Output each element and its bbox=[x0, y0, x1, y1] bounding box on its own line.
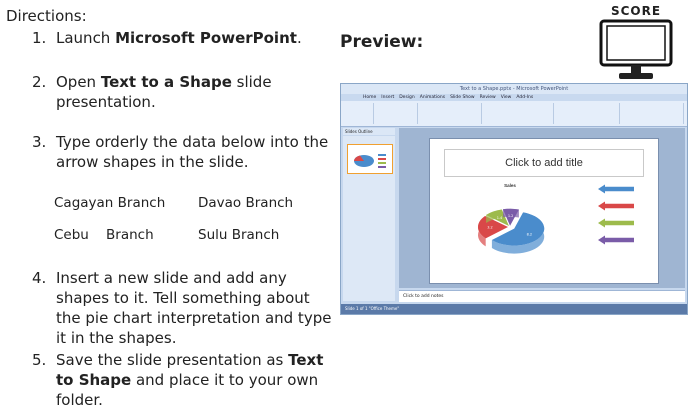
directions-label: Directions: bbox=[6, 7, 87, 25]
branch-name: Sulu Branch bbox=[198, 227, 280, 243]
ribbon-group[interactable] bbox=[419, 103, 482, 124]
branch-name: Cagayan Branch bbox=[54, 195, 166, 211]
step-text: Insert a new slide and add any shapes to… bbox=[56, 269, 332, 347]
branch-name: Davao Branch bbox=[198, 195, 294, 211]
step-text: Open bbox=[56, 73, 101, 91]
step-text: . bbox=[296, 29, 302, 47]
score-label: SCORE bbox=[610, 4, 662, 18]
arrow-shape[interactable] bbox=[598, 235, 634, 245]
arrow-shape[interactable] bbox=[598, 184, 634, 194]
step-1: 1. Launch Microsoft PowerPoint. bbox=[6, 28, 336, 48]
step-number: 4. bbox=[32, 269, 47, 287]
pie-data-label: 1.4 bbox=[497, 216, 503, 220]
step-text: Type orderly the data below into the arr… bbox=[56, 133, 329, 171]
tab-review[interactable]: Review bbox=[480, 94, 496, 101]
step-text: Launch bbox=[56, 29, 116, 47]
tab-design[interactable]: Design bbox=[399, 94, 415, 101]
ribbon-tabs: Home Insert Design Animations Slide Show… bbox=[341, 94, 687, 101]
branch-name: Cebu Branch bbox=[54, 227, 154, 243]
tab-home[interactable]: Home bbox=[363, 94, 376, 101]
ribbon-group[interactable] bbox=[483, 103, 554, 124]
ribbon-group[interactable] bbox=[375, 103, 418, 124]
branch-data: Cagayan Branch Davao Branch Cebu Branch … bbox=[54, 192, 336, 246]
notes-placeholder[interactable]: Click to add notes bbox=[399, 290, 685, 302]
thumbnail-pie-icon bbox=[354, 154, 386, 168]
monitor-icon bbox=[599, 19, 673, 79]
window-title: Text to a Shape.pptx - Microsoft PowerPo… bbox=[341, 84, 687, 94]
ribbon-group[interactable] bbox=[343, 103, 374, 124]
arrow-shapes bbox=[598, 184, 634, 245]
ribbon-group[interactable] bbox=[621, 103, 684, 124]
step-number: 3. bbox=[32, 133, 47, 151]
ribbon-group[interactable] bbox=[555, 103, 620, 124]
pie-slices: 8.2 3.2 1.4 1.2 bbox=[478, 208, 545, 254]
score-box: SCORE bbox=[597, 4, 675, 87]
slide-thumbnail-pane bbox=[343, 136, 395, 301]
tab-insert[interactable]: Insert bbox=[381, 94, 394, 101]
instructions-panel: Directions: 1. Launch Microsoft PowerPoi… bbox=[6, 6, 336, 420]
step-bold-text: Microsoft PowerPoint bbox=[115, 29, 297, 47]
slide-canvas[interactable]: Click to add title Sales 8.2 3.2 1.4 1.2 bbox=[429, 138, 659, 284]
pie-chart: Sales 8.2 3.2 1.4 1.2 bbox=[478, 183, 634, 254]
pie-data-label: 3.2 bbox=[487, 226, 493, 230]
arrow-shape[interactable] bbox=[598, 218, 634, 228]
powerpoint-screenshot: Text to a Shape.pptx - Microsoft PowerPo… bbox=[340, 83, 688, 315]
pie-data-label: 8.2 bbox=[527, 233, 533, 237]
tab-slide-show[interactable]: Slide Show bbox=[450, 94, 475, 101]
step-number: 2. bbox=[32, 73, 47, 91]
slide-editing-area: Click to add title Sales 8.2 3.2 1.4 1.2 bbox=[399, 128, 685, 288]
ribbon bbox=[341, 101, 687, 127]
step-5: 5. Save the slide presentation as Text t… bbox=[6, 350, 336, 410]
tab-animations[interactable]: Animations bbox=[420, 94, 445, 101]
preview-label: Preview: bbox=[340, 32, 424, 52]
step-2: 2. Open Text to a Shape slide presentati… bbox=[6, 72, 336, 112]
slides-outline-tabs[interactable]: Slides Outline bbox=[343, 128, 395, 135]
step-bold-text: Text to a Shape bbox=[100, 73, 232, 91]
arrow-shape[interactable] bbox=[598, 201, 634, 211]
tab-add-ins[interactable]: Add-Ins bbox=[516, 94, 533, 101]
status-bar: Slide 1 of 1 "Office Theme" bbox=[341, 304, 687, 314]
step-text: Save the slide presentation as bbox=[56, 351, 289, 369]
pie-data-label: 1.2 bbox=[508, 214, 514, 218]
branch-row: Cebu Branch Sulu Branch bbox=[54, 224, 336, 246]
step-3: 3. Type orderly the data below into the … bbox=[6, 132, 336, 172]
steps-list: 1. Launch Microsoft PowerPoint. 2. Open … bbox=[6, 28, 336, 410]
slide-thumbnail[interactable] bbox=[347, 144, 393, 174]
tab-view[interactable]: View bbox=[501, 94, 512, 101]
branch-row: Cagayan Branch Davao Branch bbox=[54, 192, 336, 214]
step-number: 5. bbox=[32, 351, 47, 369]
step-4: 4. Insert a new slide and add any shapes… bbox=[6, 268, 336, 348]
chart-title: Sales bbox=[504, 183, 516, 188]
step-number: 1. bbox=[32, 29, 47, 47]
